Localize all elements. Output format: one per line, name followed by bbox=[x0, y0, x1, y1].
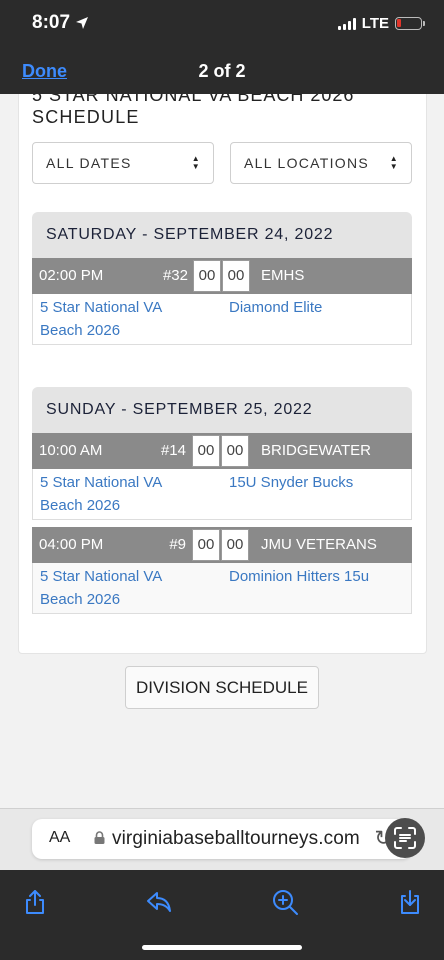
schedule-title: SCHEDULE bbox=[32, 107, 140, 127]
game-number: #32 bbox=[162, 267, 188, 284]
day-label: SUNDAY - SEPTEMBER 25, 2022 bbox=[46, 401, 313, 418]
select-arrows-icon: ▲ ▼ bbox=[191, 154, 201, 171]
game-header: 10:00 AM #14 00 00 BRIDGEWATER bbox=[32, 433, 412, 469]
status-time: 8:07 bbox=[32, 12, 89, 34]
game-time: 02:00 PM bbox=[39, 267, 104, 284]
select-arrows-icon: ▲ ▼ bbox=[389, 154, 399, 171]
date-filter-value: ALL DATES bbox=[46, 155, 132, 171]
reply-icon[interactable] bbox=[145, 888, 173, 916]
zoom-icon[interactable] bbox=[271, 888, 299, 916]
game-header: 04:00 PM #9 00 00 JMU VETERANS bbox=[32, 527, 412, 563]
score-box: 00 bbox=[192, 435, 220, 467]
text-scan-icon[interactable] bbox=[385, 818, 425, 858]
address-bar[interactable]: AA virginiabaseballtourneys.com ↻ bbox=[32, 819, 412, 859]
game-number: #9 bbox=[169, 536, 186, 553]
game-opponent-header: BRIDGEWATER bbox=[261, 442, 372, 459]
schedule-content[interactable]: 5 STAR NATIONAL VA BEACH 2026 SCHEDULE A… bbox=[0, 94, 444, 808]
home-indicator bbox=[142, 945, 302, 950]
day-header: SATURDAY - SEPTEMBER 24, 2022 bbox=[32, 212, 412, 258]
viewer-nav-bar: Done 2 of 2 bbox=[0, 48, 444, 94]
day-header: SUNDAY - SEPTEMBER 25, 2022 bbox=[32, 387, 412, 433]
network-label: LTE bbox=[361, 15, 389, 32]
game-teams: 5 Star National VA Beach 2026 Dominion Hi… bbox=[32, 563, 412, 614]
team-link[interactable]: 5 Star National VA Beach 2026 bbox=[40, 296, 162, 342]
address-bar-area: AA virginiabaseballtourneys.com ↻ bbox=[0, 808, 444, 870]
day-label: SATURDAY - SEPTEMBER 24, 2022 bbox=[46, 226, 334, 243]
game-time: 10:00 AM bbox=[39, 442, 103, 459]
game-opponent-header: JMU VETERANS bbox=[261, 536, 377, 553]
url-text[interactable]: virginiabaseballtourneys.com bbox=[112, 828, 360, 850]
location-filter-value: ALL LOCATIONS bbox=[244, 155, 370, 171]
score-box: 00 bbox=[221, 435, 249, 467]
game-time: 04:00 PM bbox=[39, 536, 104, 553]
reader-aa-button[interactable]: AA bbox=[49, 829, 70, 847]
lock-icon bbox=[94, 831, 105, 844]
download-icon[interactable] bbox=[396, 888, 424, 916]
location-arrow-icon bbox=[76, 17, 89, 29]
team-link[interactable]: 5 Star National VA Beach 2026 bbox=[40, 565, 162, 611]
signal-icon bbox=[337, 17, 356, 30]
schedule-title-partial: 5 STAR NATIONAL VA BEACH 2026 bbox=[32, 94, 355, 105]
game-opponent-header: EMHS bbox=[261, 267, 305, 284]
team-link[interactable]: 5 Star National VA Beach 2026 bbox=[40, 471, 162, 517]
score-box: 00 bbox=[192, 529, 220, 561]
date-filter-select[interactable]: ALL DATES ▲ ▼ bbox=[32, 142, 214, 184]
opponent-link[interactable]: Diamond Elite bbox=[229, 296, 322, 319]
score-box: 00 bbox=[222, 260, 250, 292]
location-filter-select[interactable]: ALL LOCATIONS ▲ ▼ bbox=[230, 142, 412, 184]
status-bar: 8:07 LTE bbox=[0, 0, 444, 48]
game-teams: 5 Star National VA Beach 2026 15U Snyder … bbox=[32, 469, 412, 520]
division-schedule-button[interactable]: DIVISION SCHEDULE bbox=[125, 666, 319, 709]
game-teams: 5 Star National VA Beach 2026 Diamond Eli… bbox=[32, 294, 412, 345]
clock-text: 8:07 bbox=[32, 12, 71, 33]
status-indicators: LTE bbox=[337, 15, 425, 32]
opponent-link[interactable]: Dominion Hitters 15u bbox=[229, 565, 369, 588]
share-icon[interactable] bbox=[21, 888, 49, 916]
page-indicator: 2 of 2 bbox=[198, 61, 246, 81]
score-box: 00 bbox=[221, 529, 249, 561]
battery-icon bbox=[395, 17, 425, 30]
game-header: 02:00 PM #32 00 00 EMHS bbox=[32, 258, 412, 294]
opponent-link[interactable]: 15U Snyder Bucks bbox=[229, 471, 353, 494]
score-box: 00 bbox=[193, 260, 221, 292]
game-number: #14 bbox=[160, 442, 186, 459]
